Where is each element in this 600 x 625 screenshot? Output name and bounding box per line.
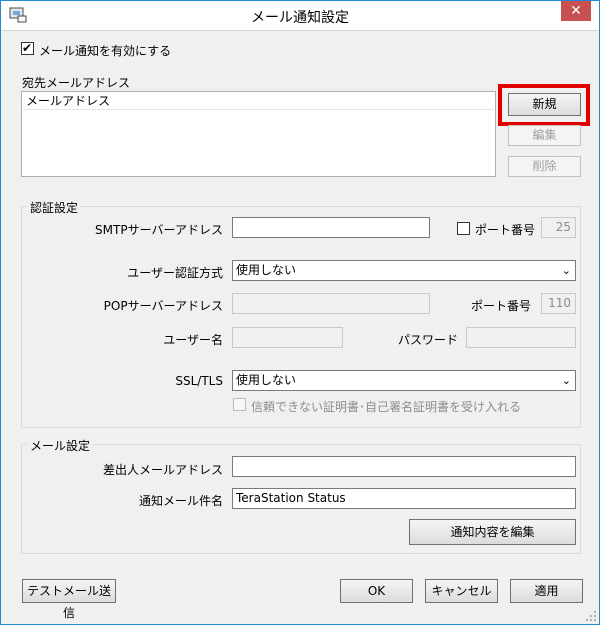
test-mail-button[interactable]: テストメール送信 [22,579,116,620]
smtp-port-input[interactable]: 25 [541,217,576,238]
sender-email-input[interactable] [232,456,576,477]
auth-method-value: 使用しない [236,263,297,277]
subject-input[interactable]: TeraStation Status [232,488,576,509]
smtp-port-check-label: ポート番号 [475,223,536,237]
enable-notification-checkbox[interactable]: ✔ [21,41,34,55]
recipients-label: 宛先メールアドレス [22,76,131,90]
username-label: ユーザー名 [163,333,223,347]
enable-notification-label: メール通知を有効にする [39,44,172,58]
password-label: パスワード [397,333,458,347]
edit-recipient-button[interactable]: 編集 [508,125,581,146]
chevron-down-icon: ⌄ [561,374,571,387]
apply-button[interactable]: 適用 [510,579,583,603]
untrusted-cert-checkbox[interactable] [233,398,246,411]
smtp-port-checkbox[interactable] [457,222,470,235]
smtp-server-label: SMTPサーバーアドレス [95,223,223,237]
smtp-server-input[interactable] [232,217,430,238]
auth-settings-group [21,206,581,428]
username-input[interactable] [232,327,343,348]
password-input[interactable] [466,327,576,348]
pop-port-label: ポート番号 [470,299,531,313]
email-column-header[interactable]: メールアドレス [23,93,494,110]
checkmark-icon: ✔ [22,41,33,55]
ssl-tls-select[interactable]: 使用しない ⌄ [232,370,576,391]
ok-button[interactable]: OK [340,579,413,603]
resize-grip-icon[interactable] [585,610,597,622]
new-recipient-button[interactable]: 新規 [508,93,581,116]
delete-recipient-button[interactable]: 削除 [508,156,581,177]
pop-server-input[interactable] [232,293,430,314]
pop-server-label: POPサーバーアドレス [103,299,223,313]
untrusted-cert-label: 信頼できない証明書･自己署名証明書を受け入れる [251,400,522,414]
ssl-tls-label: SSL/TLS [175,374,223,388]
cancel-button[interactable]: キャンセル [425,579,498,603]
ssl-tls-value: 使用しない [236,373,297,387]
pop-port-input[interactable]: 110 [541,293,576,314]
auth-settings-title: 認証設定 [27,199,82,216]
auth-method-label: ユーザー認証方式 [127,266,223,280]
sender-email-label: 差出人メールアドレス [102,463,223,477]
title-bar: メール通知設定 ✕ [1,1,599,31]
mail-settings-title: メール設定 [27,437,94,454]
mail-notification-dialog: メール通知設定 ✕ ✔ メール通知を有効にする 宛先メールアドレス メールアドレ… [0,0,600,625]
auth-method-select[interactable]: 使用しない ⌄ [232,260,576,281]
subject-label: 通知メール件名 [138,494,223,508]
chevron-down-icon: ⌄ [561,264,571,277]
window-title: メール通知設定 [251,10,349,26]
edit-content-button[interactable]: 通知内容を編集 [409,519,576,545]
close-button[interactable]: ✕ [561,1,591,21]
recipients-list[interactable]: メールアドレス [21,91,496,177]
